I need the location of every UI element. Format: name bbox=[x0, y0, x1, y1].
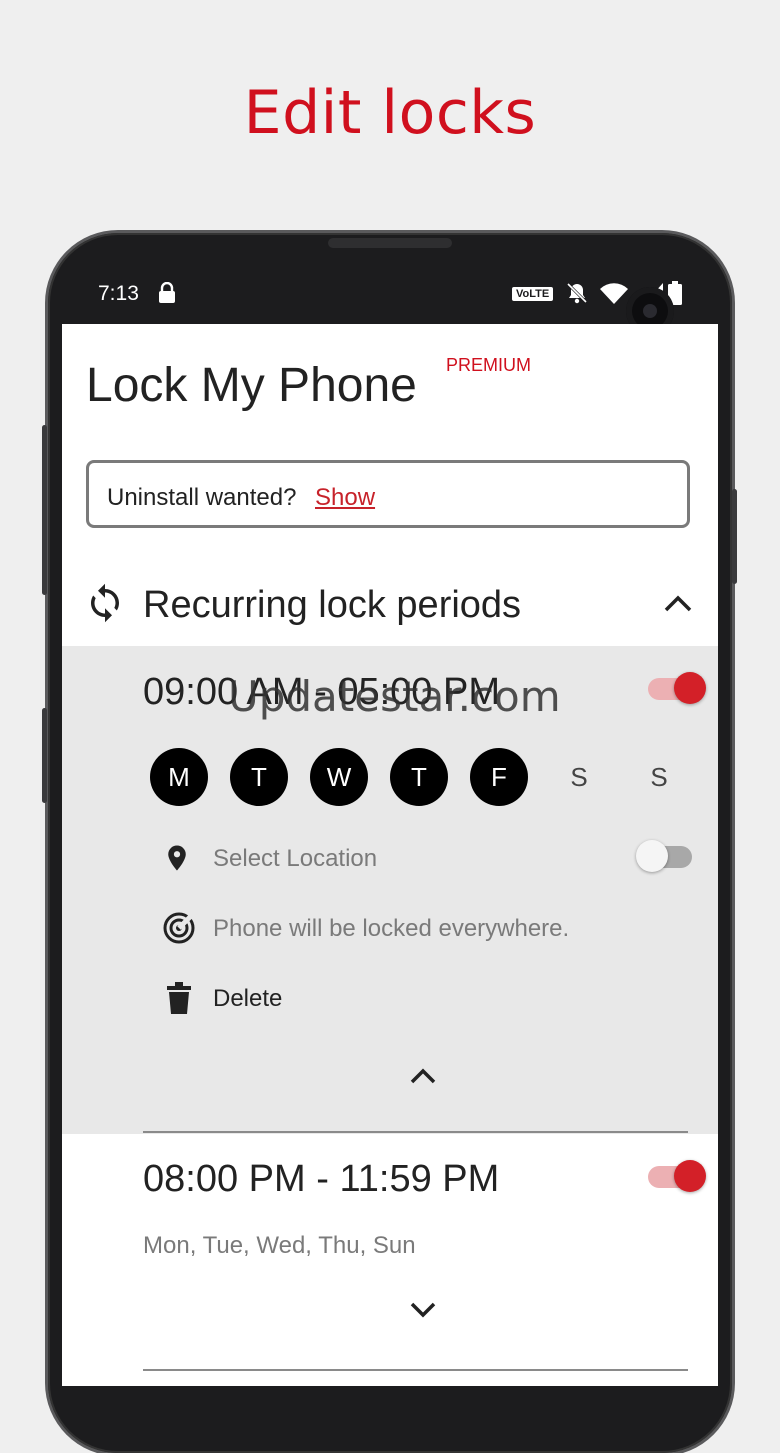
promo-title: Edit locks bbox=[243, 78, 537, 148]
period-enable-toggle[interactable] bbox=[648, 672, 706, 704]
day-thursday[interactable]: T bbox=[390, 748, 448, 806]
chevron-down-icon[interactable] bbox=[408, 1298, 438, 1327]
wifi-icon bbox=[599, 283, 629, 310]
trash-icon bbox=[166, 982, 192, 1019]
day-wednesday[interactable]: W bbox=[310, 748, 368, 806]
side-button bbox=[42, 708, 47, 803]
show-link[interactable]: Show bbox=[315, 484, 375, 512]
day-sunday[interactable]: S bbox=[630, 748, 688, 806]
period-start: 08:00 PM bbox=[143, 1158, 306, 1200]
location-pin-icon bbox=[162, 841, 192, 880]
day-monday[interactable]: M bbox=[150, 748, 208, 806]
premium-badge: PREMIUM bbox=[446, 355, 531, 375]
period-end: 11:59 PM bbox=[339, 1158, 500, 1200]
delete-button[interactable]: Delete bbox=[213, 985, 282, 1013]
status-bar: 7:13 VoLTE bbox=[62, 266, 718, 324]
app-screen: Lock My Phone PREMIUM Uninstall wanted? … bbox=[62, 324, 718, 1386]
earpiece-speaker bbox=[328, 238, 452, 248]
period-separator: - bbox=[316, 1158, 329, 1200]
lock-scope-text: Phone will be locked everywhere. bbox=[213, 915, 570, 942]
day-friday[interactable]: F bbox=[470, 748, 528, 806]
divider bbox=[143, 1131, 688, 1133]
radar-icon bbox=[162, 911, 196, 950]
lock-icon bbox=[158, 281, 176, 309]
section-title: Recurring lock periods bbox=[143, 584, 522, 626]
sync-icon bbox=[84, 582, 126, 629]
day-saturday[interactable]: S bbox=[550, 748, 608, 806]
period-days-summary: Mon, Tue, Wed, Thu, Sun bbox=[143, 1232, 416, 1259]
select-location-label[interactable]: Select Location bbox=[213, 845, 377, 873]
app-title: Lock My Phone bbox=[86, 359, 417, 412]
weekday-selector: M T W T F S S bbox=[150, 748, 710, 806]
volume-button bbox=[42, 425, 47, 595]
uninstall-text: Uninstall wanted? bbox=[107, 484, 297, 511]
watermark-text: Updatestar.com bbox=[228, 672, 561, 721]
period-time-range[interactable]: 08:00 PM - 11:59 PM bbox=[143, 1158, 499, 1201]
volte-badge: VoLTE bbox=[512, 287, 554, 301]
divider bbox=[143, 1369, 688, 1371]
uninstall-banner: Uninstall wanted? Show bbox=[86, 460, 690, 528]
status-time: 7:13 bbox=[98, 282, 139, 305]
power-button bbox=[732, 489, 737, 584]
chevron-up-icon[interactable] bbox=[662, 592, 694, 621]
location-toggle[interactable] bbox=[636, 840, 692, 872]
day-tuesday[interactable]: T bbox=[230, 748, 288, 806]
period-enable-toggle[interactable] bbox=[648, 1160, 706, 1192]
chevron-up-icon[interactable] bbox=[408, 1064, 438, 1093]
bell-off-icon bbox=[565, 281, 589, 310]
